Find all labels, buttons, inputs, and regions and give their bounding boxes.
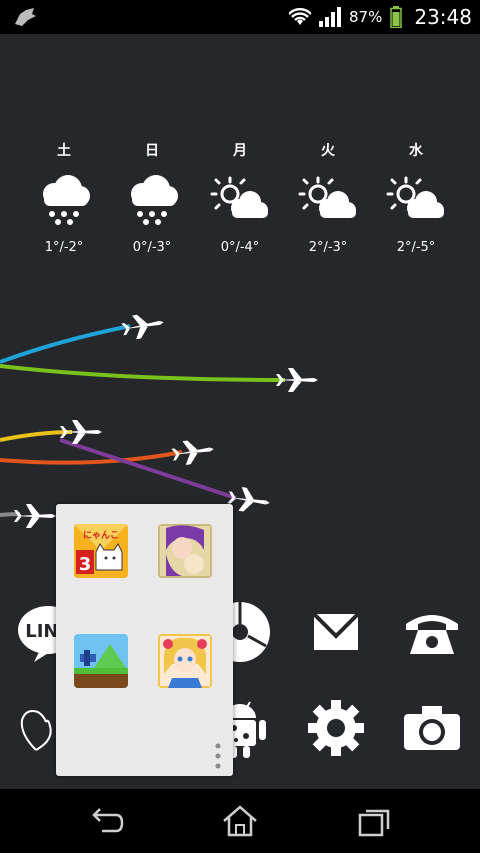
navigation-bar: [0, 789, 480, 853]
airplane-icon: [14, 504, 56, 528]
partly-cloudy-icon: [210, 176, 268, 218]
weather-widget[interactable]: 土 1°/-2° 日 0°/-3° 月 0°/-4° 火 2°/-3° 水 2°…: [20, 140, 460, 260]
battery-percent: 87%: [349, 8, 383, 26]
recents-icon[interactable]: [354, 803, 394, 839]
weather-day-sat: 土 1°/-2°: [20, 140, 108, 255]
weather-temp: 2°/-5°: [396, 240, 436, 255]
nyanko-title: にゃんこ: [83, 530, 119, 541]
airplane-icon: [121, 314, 164, 340]
airplane-icon: [171, 440, 214, 465]
battery-icon: [390, 6, 403, 28]
folder-drag-handle[interactable]: [214, 742, 222, 770]
pixel-plane-game-icon[interactable]: [74, 634, 128, 688]
signal-icon: [319, 7, 342, 27]
weather-temp: 0°/-3°: [132, 240, 172, 255]
home-icon[interactable]: [220, 803, 260, 839]
weather-day-wed: 水 2°/-5°: [372, 140, 460, 255]
nyanko-badge: 3: [79, 554, 92, 575]
weather-day-label: 月: [233, 143, 247, 159]
partly-cloudy-icon: [386, 176, 444, 218]
weather-temp: 0°/-4°: [220, 240, 260, 255]
weather-day-label: 水: [409, 143, 423, 159]
weather-day-label: 日: [145, 143, 159, 159]
weather-temp: 2°/-3°: [308, 240, 348, 255]
app-folder-panel[interactable]: にゃんこ 3: [56, 504, 233, 776]
camera-icon[interactable]: [400, 696, 464, 760]
airplane-icon: [227, 487, 270, 512]
wifi-icon: [289, 8, 312, 25]
weather-day-tue: 火 2°/-3°: [284, 140, 372, 255]
app-notification-icon: [15, 8, 36, 26]
anime-girl-game-icon[interactable]: [158, 524, 212, 578]
blonde-girl-game-icon[interactable]: [158, 634, 212, 688]
settings-icon[interactable]: [304, 696, 368, 760]
snow-icon: [43, 175, 90, 225]
weather-day-label: 火: [321, 143, 335, 159]
partly-cloudy-icon: [298, 176, 356, 218]
weather-temp: 1°/-2°: [44, 240, 84, 255]
back-icon[interactable]: [86, 803, 126, 839]
mail-icon[interactable]: [304, 600, 368, 664]
nyanko-app-icon[interactable]: にゃんこ 3: [74, 524, 128, 578]
phone-icon[interactable]: [400, 600, 464, 664]
snow-icon: [131, 175, 178, 225]
weather-day-sun: 日 0°/-3°: [108, 140, 196, 255]
airplane-icon: [276, 368, 318, 392]
weather-day-label: 土: [57, 143, 71, 159]
weather-day-mon: 月 0°/-4°: [196, 140, 284, 255]
status-bar[interactable]: 87% 23:48: [0, 0, 480, 34]
status-clock: 23:48: [414, 5, 472, 29]
